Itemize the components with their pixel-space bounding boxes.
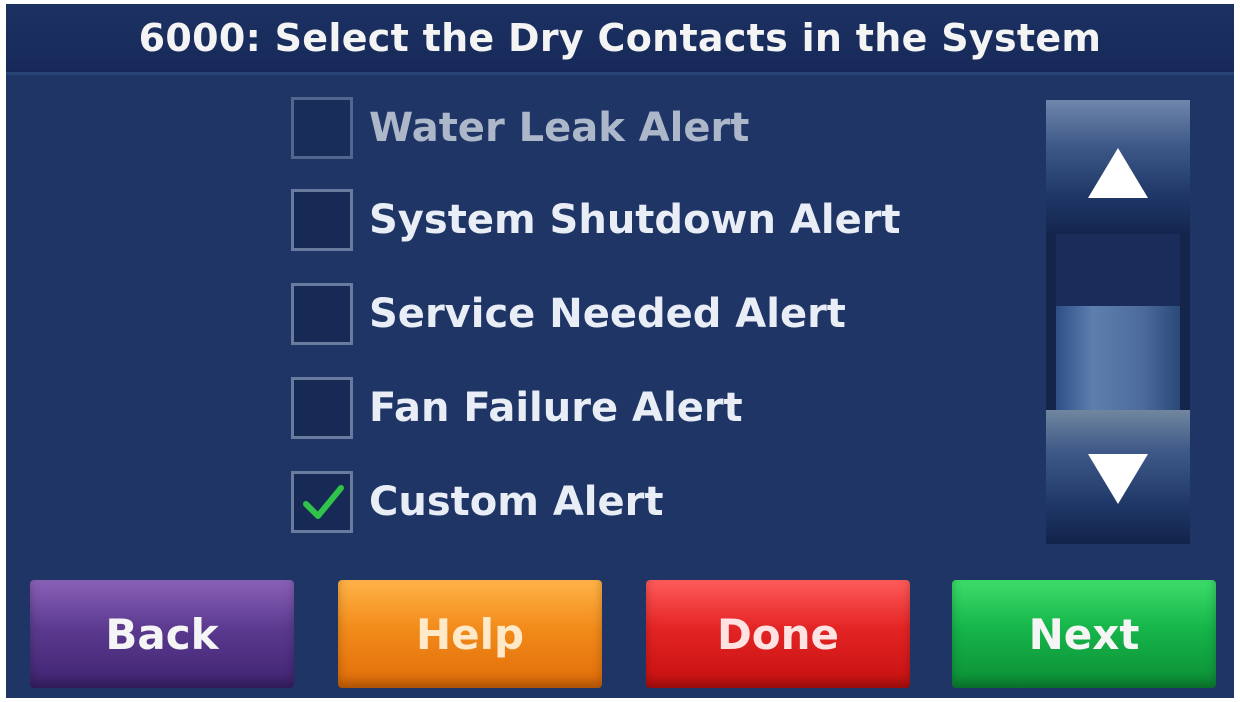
footer-bar: Back Help Done Next: [6, 570, 1234, 698]
dry-contacts-list: Water Leak Alert System Shutdown Alert S…: [6, 75, 1036, 545]
list-item-label: Fan Failure Alert: [369, 385, 743, 431]
scroll-up-button[interactable]: [1046, 100, 1190, 234]
list-item-custom-alert[interactable]: Custom Alert: [291, 467, 664, 537]
list-item-water-leak-alert[interactable]: Water Leak Alert: [291, 93, 749, 163]
page-title: 6000: Select the Dry Contacts in the Sys…: [138, 16, 1102, 60]
checkbox-fan-failure-alert[interactable]: [291, 377, 353, 439]
thermostat-screen: 6000: Select the Dry Contacts in the Sys…: [6, 4, 1234, 698]
list-item-label: System Shutdown Alert: [369, 197, 901, 243]
list-item-system-shutdown-alert[interactable]: System Shutdown Alert: [291, 185, 901, 255]
back-button[interactable]: Back: [30, 580, 294, 688]
list-item-label: Water Leak Alert: [369, 105, 750, 151]
checkbox-water-leak-alert[interactable]: [291, 97, 353, 159]
list-item-fan-failure-alert[interactable]: Fan Failure Alert: [291, 373, 743, 443]
scroll-down-button[interactable]: [1046, 410, 1190, 544]
triangle-down-icon: [1088, 454, 1148, 504]
next-button[interactable]: Next: [952, 580, 1216, 688]
checkmark-icon: [303, 485, 344, 519]
scrollbar: [1046, 100, 1190, 544]
list-item-label: Custom Alert: [369, 479, 664, 525]
scroll-thumb[interactable]: [1056, 306, 1180, 410]
list-item-label: Service Needed Alert: [369, 291, 846, 337]
title-bar: 6000: Select the Dry Contacts in the Sys…: [6, 4, 1234, 75]
checkbox-system-shutdown-alert[interactable]: [291, 189, 353, 251]
checkbox-service-needed-alert[interactable]: [291, 283, 353, 345]
done-button[interactable]: Done: [646, 580, 910, 688]
checkbox-custom-alert[interactable]: [291, 471, 353, 533]
triangle-up-icon: [1088, 148, 1148, 198]
help-button[interactable]: Help: [338, 580, 602, 688]
list-item-service-needed-alert[interactable]: Service Needed Alert: [291, 279, 846, 349]
